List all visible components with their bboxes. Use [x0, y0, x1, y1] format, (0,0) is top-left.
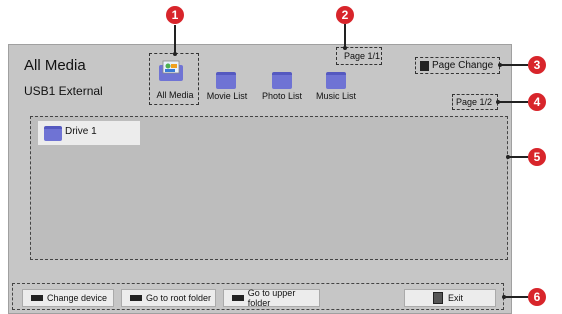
- page-indicator-top: Page 1/1: [344, 51, 381, 61]
- exit-button[interactable]: Exit: [404, 289, 496, 307]
- callout-line-5: [508, 156, 528, 158]
- callout-line-6: [504, 296, 528, 298]
- drive-label[interactable]: Drive 1: [65, 126, 97, 137]
- page-change-icon: [420, 61, 429, 71]
- remote-key-icon: [31, 295, 43, 301]
- callout-5: 5: [528, 148, 546, 166]
- callout-dot-2: [343, 46, 347, 50]
- callout-line-3: [500, 64, 528, 66]
- music-folder-icon: [326, 72, 346, 89]
- callout-dot-3: [498, 63, 502, 67]
- callout-line-1: [174, 25, 176, 55]
- device-name: USB1 External: [24, 84, 103, 98]
- upper-folder-label: Go to upper folder: [247, 288, 296, 308]
- change-device-button[interactable]: Change device: [22, 289, 114, 307]
- remote-key-icon: [232, 295, 244, 301]
- upper-folder-button[interactable]: Go to upper folder: [223, 288, 320, 308]
- movie-folder-icon: [216, 72, 236, 89]
- root-folder-label: Go to root folder: [146, 293, 212, 303]
- callout-6: 6: [528, 288, 546, 306]
- category-music-list[interactable]: Music List: [311, 91, 361, 101]
- callout-1: 1: [166, 6, 184, 24]
- callout-2: 2: [336, 6, 354, 24]
- drive-folder-icon: [44, 126, 62, 141]
- category-all-media[interactable]: All Media: [150, 90, 200, 100]
- page-title: All Media: [24, 57, 86, 74]
- remote-key-icon: [130, 295, 142, 301]
- callout-line-4: [498, 101, 528, 103]
- callout-3: 3: [528, 56, 546, 74]
- callout-dot-4: [496, 100, 500, 104]
- exit-label: Exit: [448, 293, 464, 303]
- all-media-icon: [157, 59, 187, 83]
- callout-dot-6: [502, 295, 506, 299]
- change-device-label: Change device: [47, 293, 108, 303]
- callout-line-2: [344, 24, 346, 48]
- callout-dot-1: [173, 52, 177, 56]
- page-change-label[interactable]: Page Change: [432, 60, 493, 71]
- category-movie-list[interactable]: Movie List: [201, 91, 253, 101]
- root-folder-button[interactable]: Go to root folder: [121, 289, 216, 307]
- callout-4: 4: [528, 93, 546, 111]
- exit-key-icon: [433, 292, 443, 304]
- callout-dot-5: [506, 155, 510, 159]
- category-photo-list[interactable]: Photo List: [257, 91, 307, 101]
- page-indicator-bottom: Page 1/2: [456, 97, 493, 107]
- photo-folder-icon: [272, 72, 292, 89]
